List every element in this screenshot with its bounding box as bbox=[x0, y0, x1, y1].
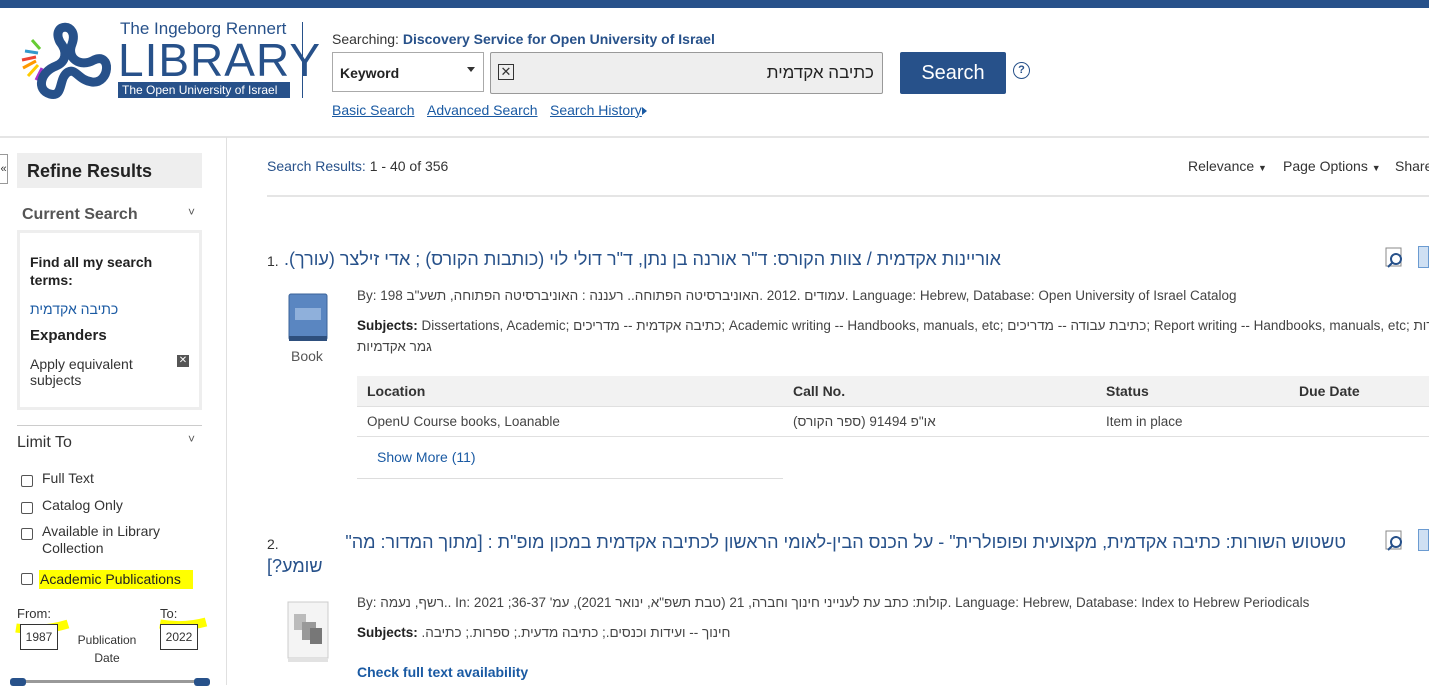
add-to-folder-icon[interactable] bbox=[1418, 529, 1429, 551]
full-text-label: Full Text bbox=[42, 470, 94, 486]
expanders-heading: Expanders bbox=[30, 327, 107, 344]
searching-target[interactable]: Discovery Service for Open University of… bbox=[403, 31, 715, 47]
due-date-header: Due Date bbox=[1299, 383, 1360, 399]
result-subjects: Subjects: חינוך -- ועידות וכנסים.; כתיבה… bbox=[357, 625, 730, 640]
results-range: 1 - 40 of 356 bbox=[369, 158, 449, 174]
remove-expander-icon[interactable]: ✕ bbox=[177, 355, 189, 367]
dropdown-arrow-icon bbox=[467, 67, 475, 72]
caret-down-icon: ▼ bbox=[1258, 163, 1267, 173]
clear-search-icon[interactable]: ✕ bbox=[498, 64, 514, 80]
from-year-input[interactable]: 1987 bbox=[20, 624, 58, 650]
result-number: 1. bbox=[267, 253, 279, 269]
results-label: Search Results: bbox=[267, 158, 366, 174]
field-select[interactable]: Keyword bbox=[332, 52, 484, 92]
current-search-heading[interactable]: Current Search bbox=[22, 206, 138, 224]
result-title-cont[interactable]: שומע?] bbox=[267, 556, 323, 577]
field-select-value: Keyword bbox=[340, 65, 400, 81]
result-number: 2. bbox=[267, 536, 279, 552]
divider bbox=[357, 478, 783, 479]
subjects-label: Subjects: bbox=[357, 318, 418, 333]
sidebar-separator bbox=[226, 137, 227, 685]
logo-line3: The Open University of Israel bbox=[118, 82, 290, 98]
collapse-sidebar-button[interactable]: « bbox=[0, 154, 8, 184]
searching-label: Searching: bbox=[332, 31, 399, 47]
check-full-text-link[interactable]: Check full text availability bbox=[357, 664, 528, 680]
searching-line: Searching: Discovery Service for Open Un… bbox=[332, 31, 715, 47]
help-icon[interactable]: ? bbox=[1013, 62, 1030, 79]
chevron-down-icon[interactable]: ˅ bbox=[188, 205, 195, 219]
full-text-checkbox[interactable] bbox=[21, 475, 33, 487]
location-cell: OpenU Course books, Loanable bbox=[367, 414, 560, 429]
subjects-label: Subjects: bbox=[357, 625, 418, 640]
search-button[interactable]: Search bbox=[900, 52, 1006, 94]
result-subjects-cont[interactable]: גמר אקדמיות bbox=[357, 339, 432, 354]
basic-search-link[interactable]: Basic Search bbox=[332, 102, 414, 118]
search-history-link[interactable]: Search History bbox=[550, 102, 642, 118]
subjects-text[interactable]: חינוך -- ועידות וכנסים.; כתיבה מדעית.; ס… bbox=[422, 625, 731, 640]
add-to-folder-icon[interactable] bbox=[1418, 246, 1429, 268]
relevance-dropdown[interactable]: Relevance ▼ bbox=[1188, 158, 1267, 174]
find-all-label: Find all my search terms: bbox=[30, 254, 153, 288]
preview-icon[interactable] bbox=[1384, 529, 1406, 551]
book-icon[interactable] bbox=[285, 292, 331, 344]
status-cell: Item in place bbox=[1106, 414, 1183, 429]
caret-down-icon: ▼ bbox=[1371, 163, 1381, 173]
result-subjects: Subjects: Dissertations, Academic; כתיבה… bbox=[357, 318, 1429, 333]
table-row: OpenU Course books, Loanable או"פ 91494 … bbox=[357, 406, 1429, 437]
share-button[interactable]: Share bbox=[1395, 158, 1429, 174]
publication-date-label: Publication Date bbox=[77, 633, 137, 665]
page-options-label: Page Options bbox=[1283, 158, 1368, 174]
result-title-link[interactable]: טשטוש השורות: כתיבה אקדמית, מקצועית ופופ… bbox=[284, 532, 1346, 553]
available-in-library-label: Available in Library Collection bbox=[42, 523, 161, 556]
result-type-label: Book bbox=[291, 348, 323, 364]
current-search-box: Find all my search terms: כתיבה אקדמית E… bbox=[17, 230, 202, 410]
location-header: Location bbox=[367, 383, 426, 399]
result-byline: By: רשף, נעמה.. In: 2021 ;36-37 'קולות: … bbox=[357, 595, 1310, 610]
refine-results-header: Refine Results bbox=[17, 153, 202, 188]
chevron-right-icon bbox=[642, 107, 647, 115]
library-logo-icon[interactable] bbox=[20, 22, 120, 102]
search-input[interactable]: ✕ כתיבה אקדמית bbox=[490, 52, 883, 94]
search-term-link[interactable]: כתיבה אקדמית bbox=[30, 301, 118, 317]
top-bar bbox=[0, 0, 1429, 8]
logo-divider bbox=[302, 22, 303, 98]
expander-item: Apply equivalent subjects bbox=[30, 356, 133, 388]
academic-publications-checkbox[interactable] bbox=[21, 573, 33, 585]
available-in-library-checkbox[interactable] bbox=[21, 528, 33, 540]
holdings-table-header: Location Call No. Status Due Date bbox=[357, 376, 1429, 406]
call-no-header: Call No. bbox=[793, 383, 846, 399]
toolbar-divider bbox=[267, 195, 1429, 197]
search-query: כתיבה אקדמית bbox=[766, 63, 874, 82]
logo-line2: LIBRARY bbox=[118, 34, 322, 86]
limit-to-heading[interactable]: Limit To bbox=[17, 434, 72, 452]
status-header: Status bbox=[1106, 383, 1149, 399]
call-no-cell: או"פ 91494 (ספר הקורס) bbox=[793, 414, 936, 429]
collapse-icon: « bbox=[0, 163, 7, 175]
refine-results-title: Refine Results bbox=[27, 161, 153, 181]
date-slider-track[interactable] bbox=[17, 680, 202, 683]
relevance-label: Relevance bbox=[1188, 158, 1255, 174]
show-more-link[interactable]: Show More (11) bbox=[377, 449, 476, 465]
header: The Ingeborg Rennert LIBRARY The Open Un… bbox=[0, 8, 1429, 138]
catalog-only-checkbox[interactable] bbox=[21, 502, 33, 514]
periodical-article-icon[interactable] bbox=[284, 598, 332, 664]
preview-icon[interactable] bbox=[1384, 246, 1406, 268]
divider bbox=[17, 425, 202, 426]
advanced-search-link[interactable]: Advanced Search bbox=[427, 102, 538, 118]
catalog-only-label: Catalog Only bbox=[42, 497, 123, 513]
to-year-input[interactable]: 2022 bbox=[160, 624, 198, 650]
result-byline: By: 198 עמודים .2012 .האוניברסיטה הפתוחה… bbox=[357, 288, 1237, 303]
academic-publications-label: Academic Publications bbox=[39, 570, 193, 589]
page-options-dropdown[interactable]: Page Options ▼ bbox=[1283, 158, 1381, 174]
chevron-down-icon[interactable]: ˅ bbox=[188, 432, 195, 446]
subjects-text[interactable]: Dissertations, Academic; כתיבה אקדמית --… bbox=[422, 318, 1429, 333]
result-title-link[interactable]: אוריינות אקדמית / צוות הקורס: ד"ר אורנה … bbox=[284, 249, 1054, 270]
results-count: Search Results: 1 - 40 of 356 bbox=[267, 158, 448, 174]
